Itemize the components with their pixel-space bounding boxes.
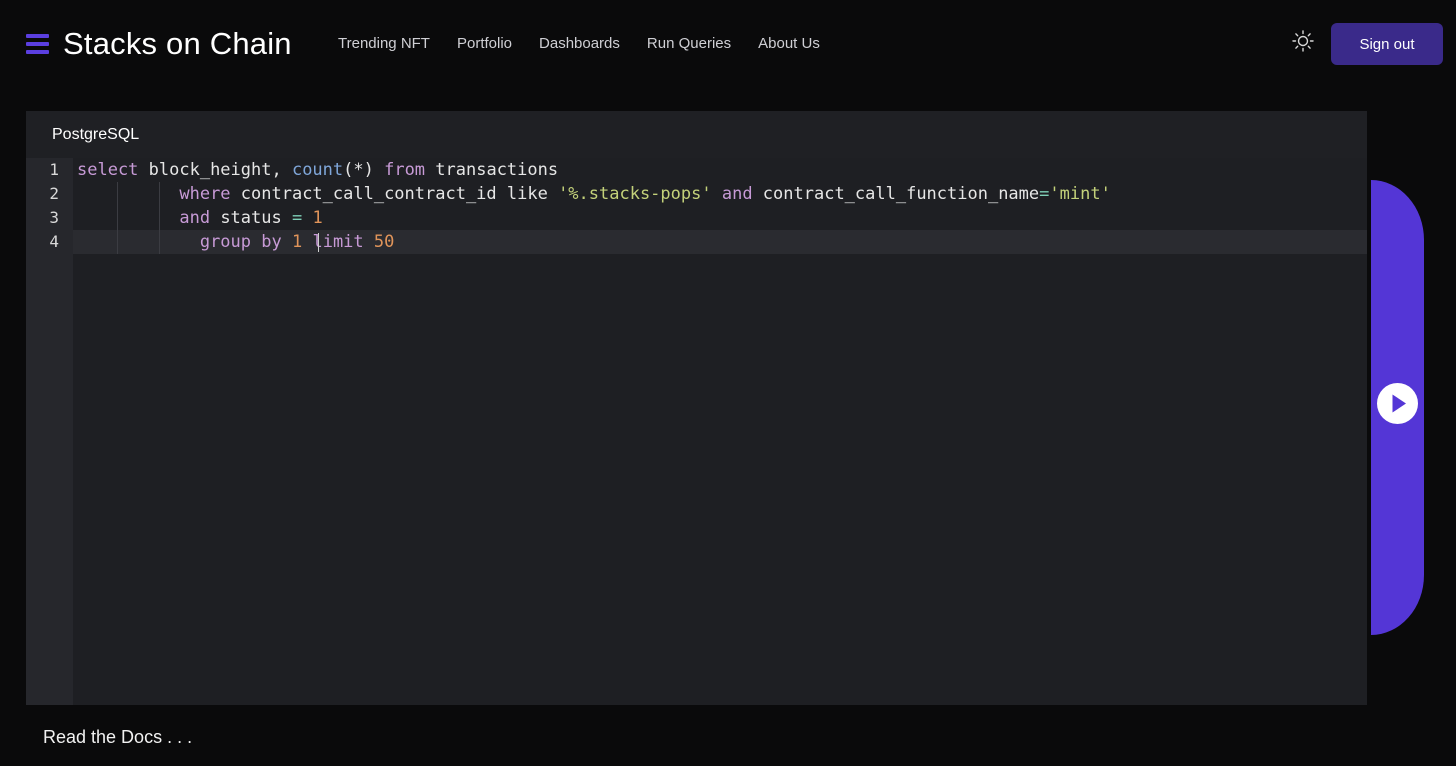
nav-portfolio[interactable]: Portfolio xyxy=(457,34,512,54)
code-token: contract_call_function_name xyxy=(752,184,1040,204)
nav-dashboards[interactable]: Dashboards xyxy=(539,34,620,54)
code-line[interactable]: where contract_call_contract_id like '%.… xyxy=(73,182,1367,206)
text-cursor xyxy=(318,233,319,252)
line-number-gutter: 1 2 3 4 xyxy=(26,158,73,705)
code-token: '%.stacks-pops' xyxy=(558,184,712,204)
code-line[interactable]: and status = 1 xyxy=(73,206,1367,230)
line-number: 1 xyxy=(49,160,59,179)
code-token: 'mint' xyxy=(1049,184,1111,204)
nav-run-queries[interactable]: Run Queries xyxy=(647,34,731,54)
code-token: limit xyxy=(312,232,364,252)
main-nav: Trending NFT Portfolio Dashboards Run Qu… xyxy=(338,34,847,54)
code-token: 1 xyxy=(312,208,323,228)
code-token: group by xyxy=(199,232,282,252)
run-query-button[interactable] xyxy=(1371,180,1424,635)
line-number: 4 xyxy=(49,232,59,251)
brand-title[interactable]: Stacks on Chain xyxy=(63,24,292,64)
code-token: where xyxy=(179,184,231,204)
code-token: block_height, xyxy=(138,160,292,180)
code-line-active[interactable]: group by 1 limit 50 xyxy=(73,230,1367,254)
code-token: = xyxy=(1039,184,1050,204)
line-number: 2 xyxy=(49,184,59,203)
nav-trending-nft[interactable]: Trending NFT xyxy=(338,34,430,54)
query-editor-panel: PostgreSQL 1 2 3 4 select block_height, … xyxy=(26,111,1367,705)
code-line[interactable]: select block_height, count(*) from trans… xyxy=(73,158,1367,182)
sun-icon[interactable] xyxy=(1292,30,1314,52)
sign-out-button[interactable]: Sign out xyxy=(1331,23,1443,65)
top-header: Stacks on Chain Trending NFT Portfolio D… xyxy=(0,0,1456,88)
code-token: 50 xyxy=(373,232,395,252)
nav-about-us[interactable]: About Us xyxy=(758,34,820,54)
code-token: from xyxy=(384,160,426,180)
code-token: contract_call_contract_id like xyxy=(230,184,559,204)
hamburger-menu-icon[interactable] xyxy=(26,34,49,54)
code-token: and xyxy=(721,184,753,204)
code-token: status xyxy=(210,208,292,228)
code-editor[interactable]: 1 2 3 4 select block_height, count(*) fr… xyxy=(26,158,1367,705)
play-icon[interactable] xyxy=(1377,383,1418,424)
code-token: and xyxy=(179,208,211,228)
code-token: (*) xyxy=(343,160,385,180)
indent-guide xyxy=(117,182,118,254)
code-token: select xyxy=(77,160,139,180)
code-token: 1 xyxy=(291,232,303,252)
indent-guide xyxy=(159,182,160,254)
code-token: = xyxy=(291,208,303,228)
read-the-docs-link[interactable]: Read the Docs . . . xyxy=(43,726,192,748)
editor-language-label: PostgreSQL xyxy=(52,126,140,143)
code-token: count xyxy=(291,160,344,180)
code-token: transactions xyxy=(425,160,559,180)
line-number: 3 xyxy=(49,208,59,227)
